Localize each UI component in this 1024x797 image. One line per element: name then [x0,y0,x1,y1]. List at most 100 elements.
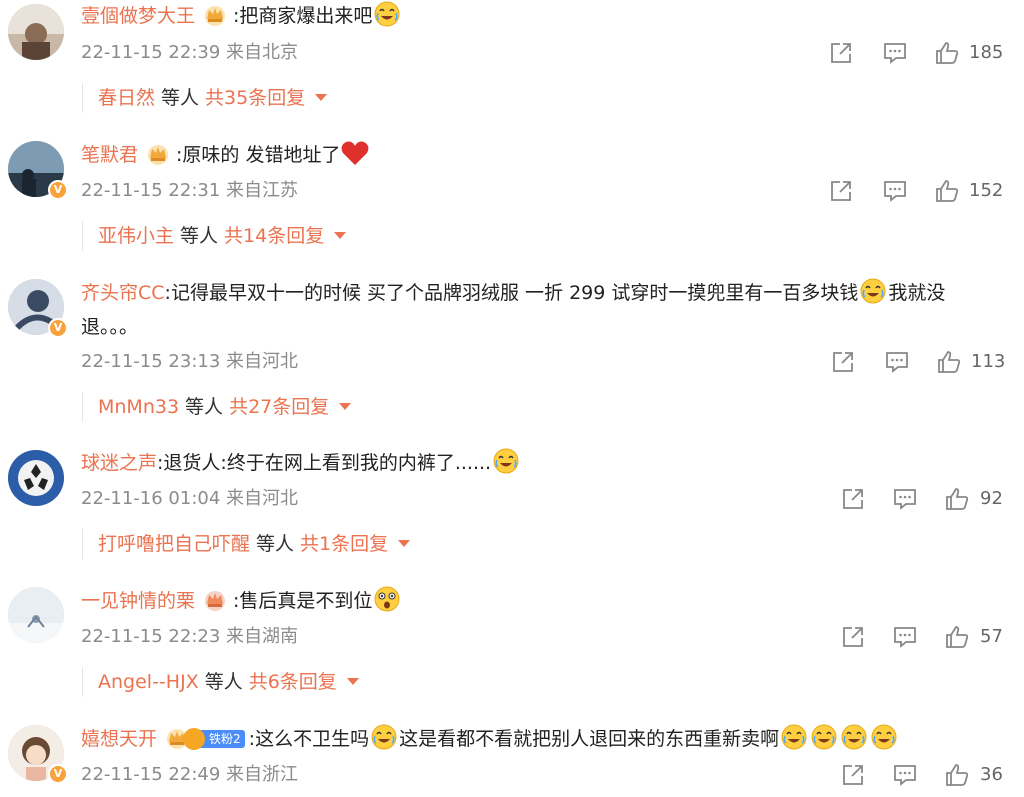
comment-text: 售后真是不到位 [239,590,373,612]
like-count: 185 [969,42,1004,63]
verified-badge-icon: V [48,318,68,338]
username[interactable]: 嬉想天开 [81,728,157,750]
username[interactable]: 壹個做梦大王 [81,5,195,27]
reply-mid: 等人 [161,87,200,109]
share-icon[interactable] [828,40,854,66]
comment-actions: 152 [828,178,1008,204]
chevron-down-icon[interactable] [315,94,328,101]
reply-user[interactable]: 打呼噜把自己吓醒 [98,533,250,555]
timestamp: 22-11-15 22:23 [81,626,221,647]
comment-icon[interactable] [882,40,908,66]
username[interactable]: 齐头帘CC [81,282,165,304]
timestamp: 22-11-15 23:13 [81,351,221,372]
crying-laugh-emoji-icon [373,0,401,28]
comment-text: 退货人:终于在网上看到我的内裤了...... [163,452,492,474]
chevron-down-icon[interactable] [346,678,359,685]
location: 来自北京 [226,42,299,63]
comment-meta: 22-11-15 22:49 来自浙江 [81,763,298,787]
reply-count[interactable]: 共6条回复 [249,671,337,693]
like-icon[interactable] [934,178,960,204]
crying-laugh-emoji-icon [370,723,398,751]
username[interactable]: 笔默君 [81,144,138,166]
username[interactable]: 一见钟情的栗 [81,590,195,612]
like-count: 36 [980,764,1003,785]
reply-summary[interactable]: 打呼噜把自己吓醒 等人 共1条回复 [82,529,411,559]
location: 来自湖南 [226,626,299,647]
reply-mid: 等人 [256,533,295,555]
share-icon[interactable] [830,349,856,375]
crying-laugh-emoji-icon [870,723,898,751]
crown-badge-icon [148,145,169,165]
reply-summary[interactable]: 春日然 等人 共35条回复 [82,83,328,113]
reply-summary[interactable]: MnMn33 等人 共27条回复 [82,392,352,422]
avatar[interactable] [8,450,64,506]
verified-badge-icon: V [48,180,68,200]
verified-badge-icon: V [48,764,68,784]
reply-count[interactable]: 共14条回复 [224,225,324,247]
comment-line: 一见钟情的栗:售后真是不到位 [81,584,402,618]
comment-line: 齐头帘CC:记得最早双十一的时候 买了个品牌羽绒服 一折 299 试穿时一摸兜里… [81,276,986,344]
reply-mid: 等人 [204,671,243,693]
timestamp: 22-11-15 22:39 [81,42,221,63]
share-icon[interactable] [840,762,866,788]
comment-actions: 92 [840,486,1010,512]
comment-meta: 22-11-15 22:39 来自北京 [81,41,298,65]
reply-user[interactable]: MnMn33 [98,396,179,418]
location: 来自河北 [226,488,299,509]
crying-laugh-emoji-icon [492,447,520,475]
chevron-down-icon[interactable] [398,540,411,547]
reply-user[interactable]: 春日然 [98,87,155,109]
like-icon[interactable] [944,624,970,650]
comment-meta: 22-11-16 01:04 来自河北 [81,487,298,511]
comment-text: 这么不卫生吗 [255,728,370,750]
crown-badge-icon [205,591,226,611]
comment-icon[interactable] [884,349,910,375]
location: 来自江苏 [226,180,299,201]
like-icon[interactable] [944,762,970,788]
avatar[interactable] [8,4,64,60]
comment-actions: 185 [828,40,1008,66]
shocked-emoji-icon [373,585,401,613]
reply-summary[interactable]: Angel--HJX 等人 共6条回复 [82,667,359,697]
comment-icon[interactable] [882,178,908,204]
reply-summary[interactable]: 亚伟小主 等人 共14条回复 [82,221,347,251]
comment-text-cont: 这是看都不看就把别人退回来的东西重新卖啊 [399,728,780,750]
chevron-down-icon[interactable] [334,232,347,239]
comment-meta: 22-11-15 22:31 来自江苏 [81,179,298,203]
chevron-down-icon[interactable] [339,403,352,410]
like-icon[interactable] [944,486,970,512]
comment-actions: 36 [840,762,1010,788]
reply-count[interactable]: 共27条回复 [229,396,329,418]
avatar[interactable] [8,587,64,643]
location: 来自河北 [226,351,299,372]
like-count: 92 [980,488,1003,509]
crying-laugh-emoji-icon [859,277,887,305]
share-icon[interactable] [828,178,854,204]
username[interactable]: 球迷之声 [81,452,157,474]
comment-meta: 22-11-15 23:13 来自河北 [81,350,298,374]
comment-line: 笔默君:原味的 发错地址了 [81,138,370,172]
reply-mid: 等人 [185,396,224,418]
share-icon[interactable] [840,486,866,512]
reply-user[interactable]: 亚伟小主 [98,225,174,247]
reply-user[interactable]: Angel--HJX [98,671,199,693]
red-heart-emoji-icon [342,141,369,165]
crying-laugh-emoji-icon [780,723,808,751]
like-count: 57 [980,626,1003,647]
comment-icon[interactable] [892,486,918,512]
reply-mid: 等人 [180,225,219,247]
share-icon[interactable] [840,624,866,650]
comment-line: 球迷之声:退货人:终于在网上看到我的内裤了...... [81,446,521,480]
location: 来自浙江 [226,764,299,785]
like-icon[interactable] [936,349,962,375]
comment-icon[interactable] [892,624,918,650]
comment-text: 原味的 发错地址了 [182,144,341,166]
timestamp: 22-11-16 01:04 [81,488,221,509]
reply-count[interactable]: 共1条回复 [300,533,388,555]
comment-icon[interactable] [892,762,918,788]
fan-level-badge: 铁粉2 [183,728,245,750]
like-icon[interactable] [934,40,960,66]
reply-count[interactable]: 共35条回复 [205,87,305,109]
comment-text: 记得最早双十一的时候 买了个品牌羽绒服 一折 299 试穿时一摸兜里有一百多块钱 [170,282,859,304]
like-count: 152 [969,180,1004,201]
